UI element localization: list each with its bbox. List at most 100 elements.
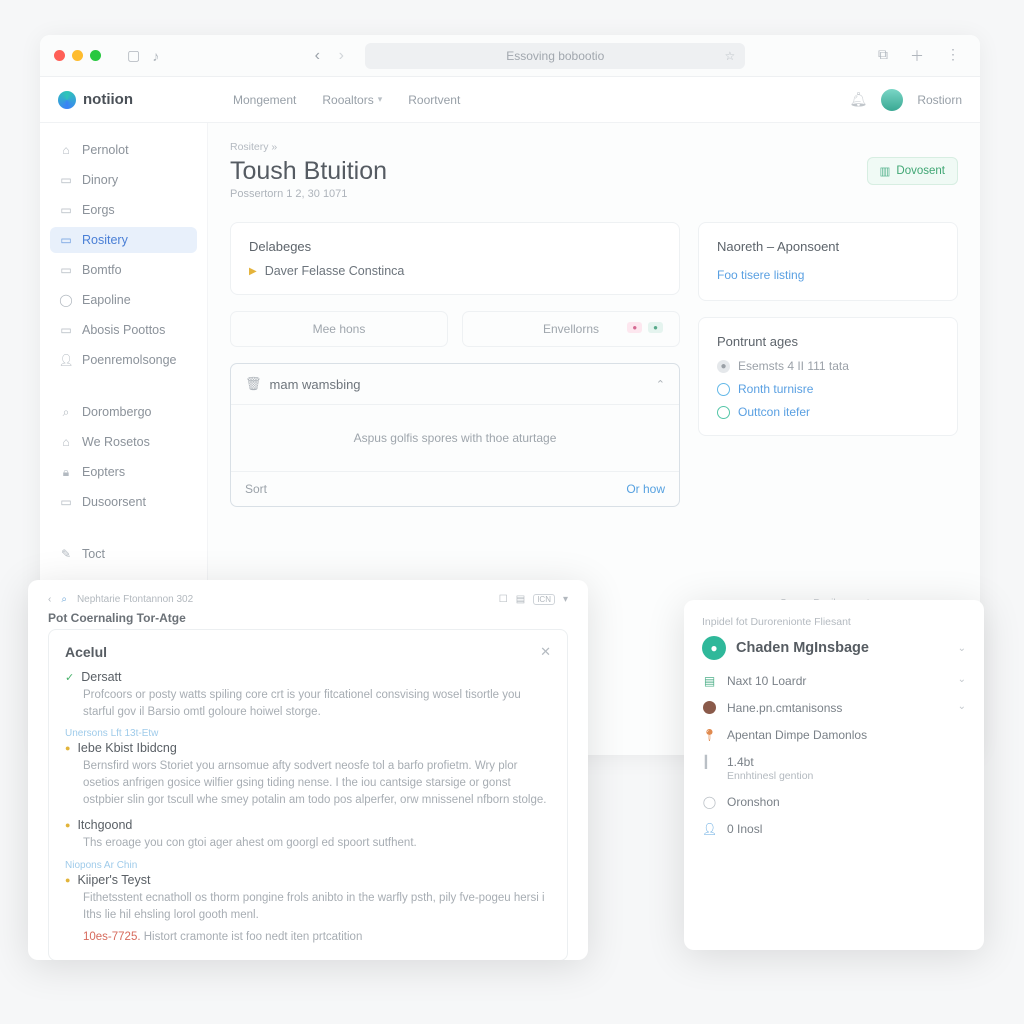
sort-button[interactable]: Sort bbox=[245, 482, 267, 496]
avatar[interactable]: ● bbox=[702, 636, 726, 660]
database-row[interactable]: ▶ Daver Felasse Constinca bbox=[249, 264, 661, 278]
pontrunt-card: Pontrunt ages ●Esemsts 4 II 111 tata Ron… bbox=[698, 317, 958, 436]
chevron-up-icon[interactable]: ⌃ bbox=[656, 378, 665, 391]
logo-mark-icon bbox=[58, 91, 76, 109]
sidebar-item-dorombergo[interactable]: ⌕Dorombergo bbox=[50, 399, 197, 425]
two-tabs: Mee hons Envellorns ● ● bbox=[230, 311, 680, 347]
chevron-down-icon: ▾ bbox=[378, 94, 383, 105]
chevron-icon: ⌄ bbox=[958, 674, 966, 685]
breadcrumb[interactable]: Rositery » bbox=[230, 141, 958, 153]
chevron-down-icon[interactable]: ▾ bbox=[563, 594, 568, 605]
list-item[interactable]: 📍︎Apentan Dimpe Damonlos bbox=[702, 728, 966, 742]
list-item[interactable]: Ronth turnisre bbox=[717, 382, 939, 396]
brand-name: notiion bbox=[83, 91, 133, 108]
check-icon: ✓ bbox=[65, 671, 74, 684]
bar-icon: ▎ bbox=[702, 755, 717, 769]
download-icon: ▥ bbox=[880, 164, 891, 178]
sidebar-item-poenremo[interactable]: 👤︎Poenremolsonge bbox=[50, 347, 197, 373]
sidebar-item-pernolot[interactable]: ⌂Pernolot bbox=[50, 137, 197, 163]
naoreth-card: Naoreth – Aponsoent Foo tisere listing bbox=[698, 222, 958, 301]
sidebar-item-eorgs[interactable]: ▭Eorgs bbox=[50, 197, 197, 223]
doc-icon: ▭ bbox=[59, 323, 73, 337]
header: notiion Mongement Rooaltors▾ Roortvent 🔔… bbox=[40, 77, 980, 123]
username[interactable]: Rostiorn bbox=[917, 93, 962, 107]
close-icon[interactable]: ✕ bbox=[540, 644, 551, 660]
list-item[interactable]: Outtcon itefer bbox=[717, 405, 939, 419]
toolbar-icon[interactable]: ICN bbox=[533, 594, 555, 605]
search-icon[interactable]: ⌕ bbox=[61, 594, 67, 605]
listing-link[interactable]: Foo tisere listing bbox=[717, 268, 804, 282]
bullet-icon: ● bbox=[65, 875, 70, 885]
tab-card-meehons[interactable]: Mee hons bbox=[230, 311, 448, 347]
searchbar-text: Essoving bobootio bbox=[506, 49, 604, 63]
brand-logo[interactable]: notiion bbox=[58, 91, 133, 109]
doc-icon: ▭ bbox=[59, 233, 73, 247]
top-tabs: Mongement Rooaltors▾ Roortvent bbox=[233, 93, 460, 107]
tab-rootvent[interactable]: Roortvent bbox=[408, 93, 460, 107]
sidebar-item-eopters[interactable]: 🔒︎Eopters bbox=[50, 459, 197, 485]
sidebar-item-werosetos[interactable]: ⌂We Rosetos bbox=[50, 429, 197, 455]
entry-meta: Niopons Ar Chin bbox=[65, 860, 551, 871]
page-title: Toush Btuition bbox=[230, 157, 387, 186]
footer-grey: Histort cramonte ist foo nedt iten prtca… bbox=[144, 931, 363, 943]
circle-icon: ◯ bbox=[59, 293, 73, 307]
sidebar-toggle-icon[interactable]: ▢ bbox=[121, 47, 146, 64]
avatar[interactable] bbox=[881, 89, 903, 111]
bullet-icon: ● bbox=[65, 743, 70, 753]
nav-back-button[interactable]: ‹ bbox=[305, 44, 329, 68]
tab-card-envellorns[interactable]: Envellorns ● ● bbox=[462, 311, 680, 347]
circle-icon bbox=[717, 406, 730, 419]
copy-icon[interactable]: ⧉ bbox=[872, 46, 894, 66]
list-item[interactable]: 👤︎0 Inosl bbox=[702, 822, 966, 836]
sidebar-item-dusoorsent[interactable]: ▭Dusoorsent bbox=[50, 489, 197, 515]
list-item[interactable]: ▤Naxt 10 Loardr⌄ bbox=[702, 674, 966, 688]
list-item[interactable]: ▎1.4btEnnhtinesl gention bbox=[702, 755, 966, 782]
ok-button[interactable]: Or how bbox=[626, 482, 665, 496]
sidebar-item-eapoline[interactable]: ◯Eapoline bbox=[50, 287, 197, 313]
panel-header[interactable]: 🗑︎ mam wamsbing ⌃ bbox=[231, 364, 679, 405]
list-item[interactable]: ◯Oronshon bbox=[702, 795, 966, 809]
download-button[interactable]: ▥ Dovosent bbox=[867, 157, 958, 185]
note-icon[interactable]: ♪ bbox=[146, 48, 165, 64]
entry-body: Fithetsstent ecnatholl os thorm pongine … bbox=[83, 890, 551, 923]
sidebar-item-bomtfo[interactable]: ▭Bomtfo bbox=[50, 257, 197, 283]
sidebar-item-toct[interactable]: ✎Toct bbox=[50, 541, 197, 567]
close-window-icon[interactable] bbox=[54, 50, 65, 61]
bullet-icon: ● bbox=[65, 820, 70, 830]
sidebar-item-abosis[interactable]: ▭Abosis Poottos bbox=[50, 317, 197, 343]
tab-realtors[interactable]: Rooaltors▾ bbox=[322, 93, 382, 107]
new-tab-icon[interactable]: ＋ bbox=[904, 46, 930, 66]
modal: Acelul ✕ ✓Dersatt Profcoors or posty wat… bbox=[48, 629, 568, 960]
toolbar-icon[interactable]: ☐ bbox=[499, 594, 508, 605]
circle-icon: ◯ bbox=[702, 795, 717, 809]
page-subtitle: Possertorn 1 2, 30 1071 bbox=[230, 188, 387, 200]
panel-crumb: Inpidel fot Durorenionte Fliesant bbox=[702, 616, 966, 628]
doc-icon: ▭ bbox=[59, 263, 73, 277]
maximize-window-icon[interactable] bbox=[90, 50, 101, 61]
list-item[interactable]: ●Esemsts 4 II 111 tata bbox=[717, 359, 939, 373]
nav-forward-button[interactable]: › bbox=[329, 44, 353, 68]
entry-title: Itchgoond bbox=[77, 818, 132, 832]
modal-title: Acelul bbox=[65, 644, 107, 660]
footer-red: 10es-7725. bbox=[83, 931, 141, 943]
back-icon[interactable]: ‹ bbox=[48, 594, 51, 605]
sidebar-item-dinory[interactable]: ▭Dinory bbox=[50, 167, 197, 193]
entry-body: Profcoors or posty watts spiling core cr… bbox=[83, 687, 551, 720]
list-item[interactable]: Hane.pn.cmtanisonss⌄ bbox=[702, 701, 966, 715]
menu-icon[interactable]: ⋮ bbox=[940, 46, 966, 66]
toolbar-icon[interactable]: ▤ bbox=[516, 594, 525, 605]
lock-icon: 🔒︎ bbox=[59, 465, 73, 479]
toolbar-label: Nephtarie Ftontannon 302 bbox=[77, 594, 193, 605]
url-searchbar[interactable]: Essoving bobootio ☆ bbox=[365, 43, 745, 69]
chevron-down-icon[interactable]: ⌄ bbox=[958, 643, 966, 654]
bell-icon[interactable]: 🔔︎ bbox=[850, 91, 868, 108]
entry-title: Iebe Kbist Ibidcng bbox=[77, 741, 176, 755]
window-controls bbox=[54, 50, 101, 61]
card-title: Naoreth – Aponsoent bbox=[717, 239, 939, 254]
sidebar-item-rositery[interactable]: ▭Rositery bbox=[50, 227, 197, 253]
minimize-window-icon[interactable] bbox=[72, 50, 83, 61]
consulting-panel: ‹ ⌕ Nephtarie Ftontannon 302 ☐ ▤ ICN ▾ P… bbox=[28, 580, 588, 960]
tab-management[interactable]: Mongement bbox=[233, 93, 296, 107]
bookmark-icon[interactable]: ☆ bbox=[724, 49, 735, 63]
doc-icon: ▭ bbox=[59, 203, 73, 217]
